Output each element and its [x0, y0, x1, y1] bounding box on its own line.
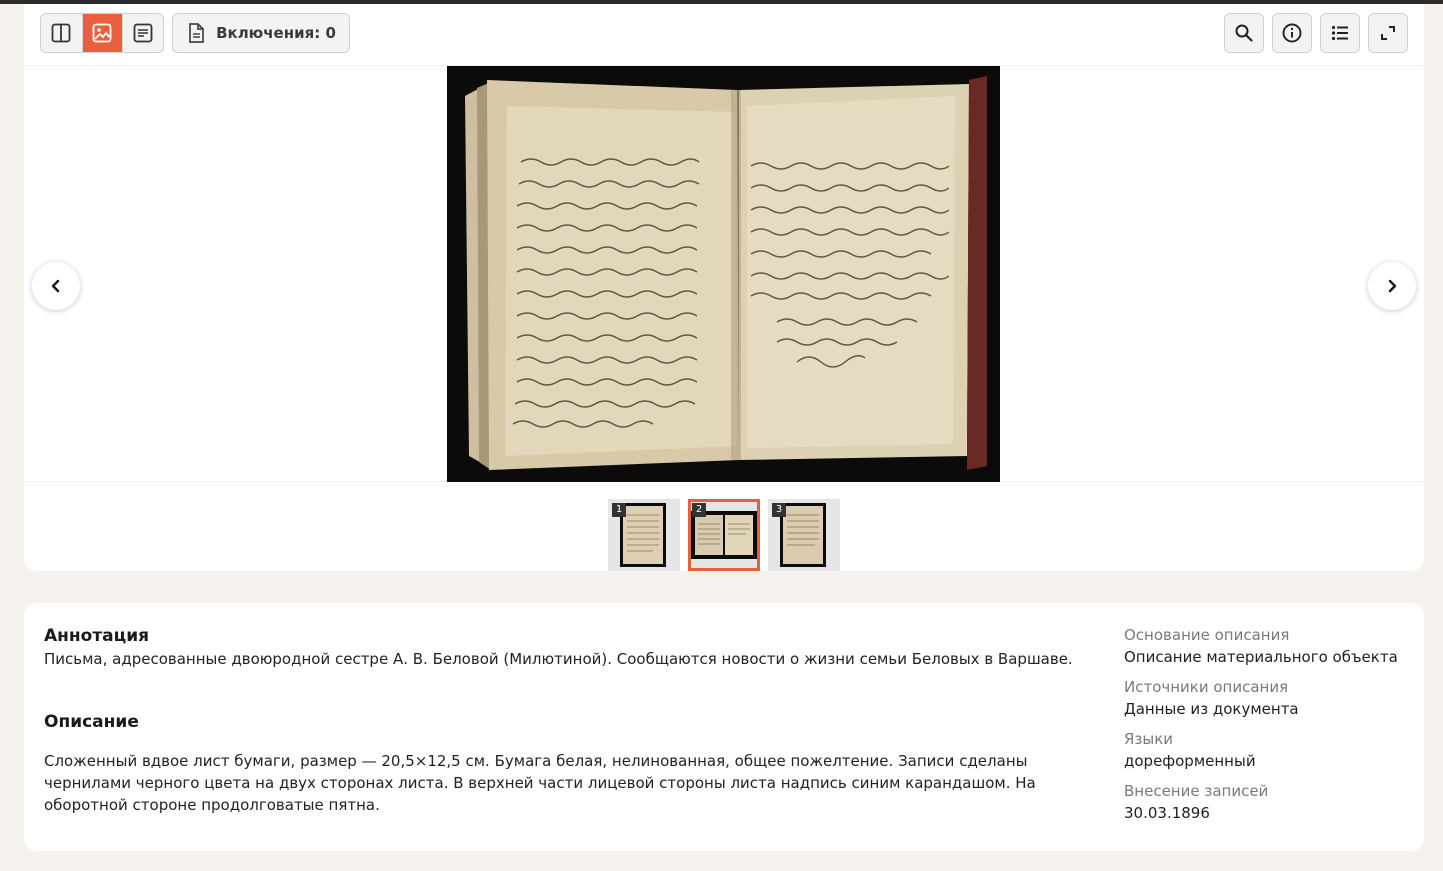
- chevron-right-icon: [1388, 279, 1397, 293]
- sources-label: Источники описания: [1124, 678, 1289, 696]
- document-icon: [189, 23, 204, 43]
- entry-label: Внесение записей: [1124, 782, 1269, 800]
- entry-value: 30.03.1896: [1124, 804, 1210, 822]
- description-panel: Аннотация Письма, адресованные двоюродно…: [24, 603, 1424, 851]
- fullscreen-icon: [1381, 26, 1395, 40]
- next-page-button[interactable]: [1368, 262, 1416, 310]
- list-button[interactable]: [1320, 13, 1360, 53]
- image-icon: [93, 23, 112, 43]
- thumbnail-number: 2: [692, 503, 706, 517]
- viewer-toolbar: Включения: 0: [24, 4, 1424, 66]
- inclusions-button[interactable]: Включения: 0: [172, 13, 350, 53]
- manuscript-image: [447, 66, 1000, 482]
- search-icon: [1235, 24, 1253, 42]
- description-text: Сложенный вдвое лист бумаги, размер — 20…: [44, 752, 1036, 814]
- list-icon: [1331, 25, 1348, 41]
- document-viewer: Включения: 0 1 2 3: [24, 4, 1424, 571]
- image-stage: [24, 66, 1424, 482]
- text-icon: [133, 23, 153, 43]
- languages-value: дореформенный: [1124, 752, 1256, 770]
- sources-value: Данные из документа: [1124, 700, 1299, 718]
- chevron-left-icon: [51, 279, 60, 293]
- thumbnail-2[interactable]: 2: [688, 499, 760, 571]
- basis-value: Описание материального объекта: [1124, 648, 1398, 666]
- annotation-text: Письма, адресованные двоюродной сестре А…: [44, 650, 1073, 668]
- thumbnail-3[interactable]: 3: [768, 499, 840, 571]
- text-view-button[interactable]: [122, 14, 163, 52]
- info-button[interactable]: [1272, 13, 1312, 53]
- thumbnail-1[interactable]: 1: [608, 499, 680, 571]
- open-book-illustration: [447, 66, 1000, 482]
- fullscreen-button[interactable]: [1368, 13, 1408, 53]
- inclusions-label: Включения: 0: [216, 24, 336, 42]
- annotation-title: Аннотация: [44, 626, 150, 646]
- languages-label: Языки: [1124, 730, 1174, 748]
- thumbnail-number: 1: [612, 503, 626, 517]
- image-view-button[interactable]: [81, 14, 123, 52]
- prev-page-button[interactable]: [32, 262, 80, 310]
- view-mode-switch: [40, 13, 164, 53]
- basis-label: Основание описания: [1124, 626, 1290, 644]
- thumbnail-number: 3: [772, 503, 786, 517]
- description-title: Описание: [44, 712, 139, 732]
- search-button[interactable]: [1224, 13, 1264, 53]
- split-view-button[interactable]: [41, 14, 82, 52]
- split-view-icon: [51, 23, 71, 43]
- info-icon: [1282, 23, 1302, 43]
